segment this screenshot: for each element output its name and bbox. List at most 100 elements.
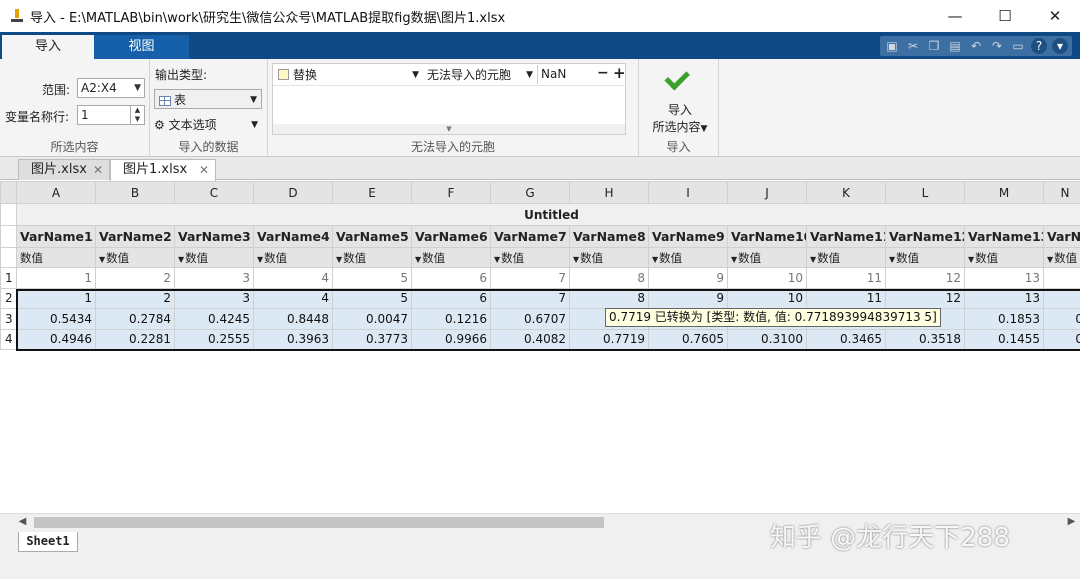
data-cell[interactable]: 0.7605 <box>648 328 728 350</box>
table-title[interactable]: Untitled <box>16 203 1080 226</box>
data-cell[interactable]: 9 <box>648 267 728 289</box>
variable-name-cell[interactable]: VarName12 <box>885 225 965 248</box>
data-cell[interactable]: 0.4082 <box>490 328 570 350</box>
data-type-dropdown[interactable]: ▼数值 <box>411 247 491 268</box>
data-cell[interactable]: 8 <box>569 267 649 289</box>
rule-row[interactable]: 替换 ▼ 无法导入的元胞 ▼ NaN − + <box>273 64 626 86</box>
remove-rule-button[interactable]: − <box>597 65 609 81</box>
data-cell[interactable]: 5 <box>332 267 412 289</box>
help-icon[interactable]: ? <box>1031 38 1047 54</box>
data-cell[interactable]: 6 <box>411 287 491 309</box>
range-combobox[interactable]: A2:X4 ▼ <box>77 78 145 98</box>
tab-view[interactable]: 视图 <box>94 35 189 59</box>
data-type-dropdown[interactable]: ▼数值 <box>490 247 570 268</box>
data-cell[interactable]: 2 <box>95 287 175 309</box>
file-tab-2[interactable]: 图片1.xlsx ✕ <box>110 159 216 181</box>
data-type-dropdown[interactable]: 数值 <box>16 247 96 268</box>
maximize-button[interactable]: ☐ <box>980 0 1030 32</box>
column-header[interactable]: E <box>332 181 412 204</box>
variable-name-cell[interactable]: VarName4 <box>253 225 333 248</box>
rule-action-dropdown[interactable]: 替换 ▼ <box>293 66 421 84</box>
add-rule-button[interactable]: + <box>613 64 626 82</box>
variable-name-cell[interactable]: VarName11 <box>806 225 886 248</box>
data-cell[interactable]: 0.3100 <box>727 328 807 350</box>
data-cell[interactable]: 9 <box>648 287 728 309</box>
cut-icon[interactable]: ✂ <box>905 38 921 54</box>
undo-icon[interactable]: ↶ <box>968 38 984 54</box>
import-selection-button[interactable]: 导入 所选内容▼ <box>640 63 720 139</box>
data-cell[interactable]: 10 <box>727 267 807 289</box>
save-icon[interactable]: ▣ <box>884 38 900 54</box>
data-type-dropdown[interactable]: ▼数值 <box>885 247 965 268</box>
data-cell[interactable]: 0.6707 <box>490 308 570 330</box>
column-header[interactable]: H <box>569 181 649 204</box>
data-cell[interactable]: 0.1455 <box>964 328 1044 350</box>
paste-icon[interactable]: ▤ <box>947 38 963 54</box>
data-cell[interactable]: 3 <box>174 287 254 309</box>
data-cell[interactable]: 0.2555 <box>174 328 254 350</box>
redo-icon[interactable]: ↷ <box>989 38 1005 54</box>
close-tab-icon[interactable]: ✕ <box>93 160 103 180</box>
column-header[interactable]: B <box>95 181 175 204</box>
variable-name-cell[interactable]: VarName2 <box>95 225 175 248</box>
data-cell[interactable]: 12 <box>885 287 965 309</box>
column-header[interactable]: D <box>253 181 333 204</box>
row-number[interactable]: 1 <box>0 267 17 289</box>
spreadsheet-grid[interactable]: A B C D E F G H I J K L M N Untitled VarName1 VarName2 Va… <box>0 181 1080 513</box>
variable-name-cell[interactable]: VarName10 <box>727 225 807 248</box>
variable-name-cell[interactable]: VarName7 <box>490 225 570 248</box>
data-cell[interactable]: 13 <box>964 267 1044 289</box>
data-cell[interactable]: 0.1853 <box>964 308 1044 330</box>
data-cell[interactable]: 0.3773 <box>332 328 412 350</box>
data-cell[interactable]: 0.5434 <box>16 308 96 330</box>
data-cell[interactable]: 0.7719 <box>569 328 649 350</box>
column-header[interactable]: I <box>648 181 728 204</box>
row-number[interactable]: 2 <box>0 287 17 309</box>
data-cell[interactable]: 11 <box>806 267 886 289</box>
column-header[interactable]: L <box>885 181 965 204</box>
data-cell[interactable]: 12 <box>885 267 965 289</box>
column-header[interactable]: A <box>16 181 96 204</box>
data-cell[interactable] <box>1043 287 1080 309</box>
variable-name-cell[interactable]: VarName3 <box>174 225 254 248</box>
data-cell[interactable]: 0.8448 <box>253 308 333 330</box>
data-cell[interactable]: 10 <box>727 287 807 309</box>
data-cell[interactable]: 1 <box>16 267 96 289</box>
column-header[interactable]: K <box>806 181 886 204</box>
data-cell[interactable]: 4 <box>253 287 333 309</box>
data-type-dropdown[interactable]: ▼数值 <box>332 247 412 268</box>
data-type-dropdown[interactable]: ▼数值 <box>174 247 254 268</box>
data-cell[interactable]: 3 <box>174 267 254 289</box>
data-type-dropdown[interactable]: ▼数值 <box>569 247 649 268</box>
variable-name-cell[interactable]: VarNa <box>1043 225 1080 248</box>
rules-list-scroll-down[interactable]: ▼ <box>273 124 625 134</box>
data-cell[interactable]: 1 <box>16 287 96 309</box>
data-cell[interactable] <box>1043 267 1080 289</box>
data-cell[interactable]: 7 <box>490 267 570 289</box>
data-cell[interactable]: 0.3518 <box>885 328 965 350</box>
data-type-dropdown[interactable]: ▼数值 <box>648 247 728 268</box>
output-type-dropdown[interactable]: 表 ▼ <box>154 89 262 109</box>
column-header[interactable]: C <box>174 181 254 204</box>
data-cell[interactable]: 0.3963 <box>253 328 333 350</box>
spinner-arrows-icon[interactable]: ▲ ▼ <box>130 106 144 124</box>
close-tab-icon[interactable]: ✕ <box>199 160 209 180</box>
data-cell[interactable]: 5 <box>332 287 412 309</box>
copy-icon[interactable]: ❐ <box>926 38 942 54</box>
data-cell[interactable]: 13 <box>964 287 1044 309</box>
variable-name-cell[interactable]: VarName5 <box>332 225 412 248</box>
scroll-left-icon[interactable]: ◀ <box>14 514 31 531</box>
data-cell[interactable]: 0.2784 <box>95 308 175 330</box>
variable-name-cell[interactable]: VarName9 <box>648 225 728 248</box>
options-chevron-icon[interactable]: ▾ <box>1052 38 1068 54</box>
switch-windows-icon[interactable]: ▭ <box>1010 38 1026 54</box>
replacement-value-input[interactable]: NaN <box>537 65 591 84</box>
data-cell[interactable]: 0.4245 <box>174 308 254 330</box>
scroll-thumb[interactable] <box>34 517 604 528</box>
data-cell[interactable]: 4 <box>253 267 333 289</box>
column-header[interactable]: N <box>1043 181 1080 204</box>
minimize-button[interactable]: — <box>930 0 980 32</box>
data-type-dropdown[interactable]: ▼数值 <box>1043 247 1080 268</box>
column-header[interactable]: F <box>411 181 491 204</box>
data-cell[interactable]: 0.4946 <box>16 328 96 350</box>
